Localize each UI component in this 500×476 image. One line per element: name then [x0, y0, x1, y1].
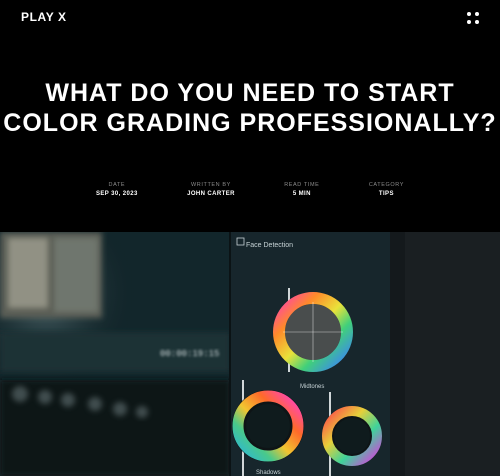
midtones-label: Midtones — [300, 384, 324, 390]
article-hero: PLAY X WHAT DO YOU NEED TO START COLOR G… — [0, 0, 500, 232]
meta-author: WRITTEN BY JOHN CARTER — [187, 182, 235, 197]
grid-dots-icon[interactable] — [467, 12, 479, 24]
menu-dot — [475, 20, 479, 24]
meta-category: CATEGORY TIPS — [369, 182, 404, 197]
color-grading-photo: 00:00:19:15 Face Detection Midtones Shad… — [0, 232, 500, 476]
menu-dot — [467, 20, 471, 24]
face-detection-label: Face Detection — [246, 242, 293, 249]
meta-read-time-value: 5 MIN — [292, 191, 311, 197]
shadows-label: Shadows — [256, 470, 281, 476]
menu-dot — [475, 12, 479, 16]
timecode-text: 00:00:19:15 — [160, 349, 219, 359]
meta-date: DATE SEP 30, 2023 — [96, 182, 138, 197]
site-logo[interactable]: PLAY X — [21, 10, 67, 24]
meta-category-label: CATEGORY — [368, 182, 404, 188]
featured-image: 00:00:19:15 Face Detection Midtones Shad… — [0, 232, 500, 476]
meta-category-value[interactable]: TIPS — [369, 191, 404, 197]
menu-dot — [467, 12, 471, 16]
meta-author-value: JOHN CARTER — [187, 191, 235, 197]
meta-read-time-label: READ TIME — [284, 182, 320, 188]
meta-date-label: DATE — [108, 182, 126, 188]
article-meta: DATE SEP 30, 2023 WRITTEN BY JOHN CARTER… — [96, 182, 404, 197]
meta-date-value: SEP 30, 2023 — [96, 191, 138, 197]
article-title: WHAT DO YOU NEED TO START COLOR GRADING … — [3, 79, 497, 137]
top-navigation: PLAY X — [0, 0, 500, 36]
meta-author-label: WRITTEN BY — [191, 182, 231, 188]
meta-read-time: READ TIME 5 MIN — [284, 182, 319, 197]
